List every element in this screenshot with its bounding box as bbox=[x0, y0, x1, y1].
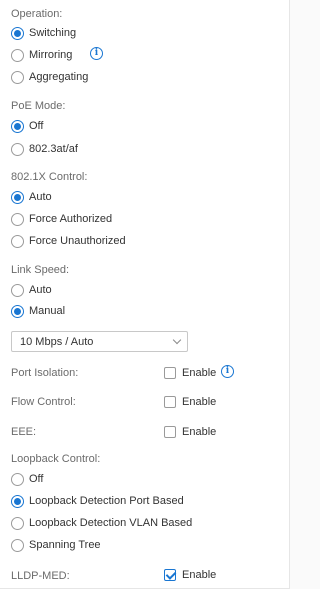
flow-control-checkbox[interactable]: Enable bbox=[164, 394, 216, 410]
radio-button[interactable] bbox=[11, 472, 24, 486]
link-speed-dropdown[interactable]: 10 Mbps / Auto bbox=[11, 331, 188, 352]
operation-option-mirroring[interactable]: Mirroring bbox=[11, 47, 72, 63]
option-label: Manual bbox=[29, 305, 66, 317]
link-speed-option-manual[interactable]: Manual bbox=[11, 303, 65, 319]
checkbox-label: Enable bbox=[182, 569, 217, 581]
radio-button[interactable] bbox=[11, 190, 24, 204]
option-label: Loopback Detection VLAN Based bbox=[29, 517, 193, 529]
radio-button[interactable] bbox=[11, 142, 24, 156]
link-speed-option-auto[interactable]: Auto bbox=[11, 282, 52, 298]
checkbox[interactable] bbox=[164, 426, 176, 438]
poe-mode-label: PoE Mode: bbox=[11, 100, 66, 112]
option-label: Auto bbox=[29, 284, 52, 296]
radio-button[interactable] bbox=[11, 26, 24, 40]
port-isolation-info-icon[interactable]: i bbox=[221, 365, 234, 378]
loopback-option-off[interactable]: Off bbox=[11, 471, 43, 487]
option-label: Auto bbox=[29, 191, 52, 203]
checkbox-label: Enable bbox=[182, 426, 217, 438]
option-label: Aggregating bbox=[29, 71, 89, 83]
eee-label: EEE: bbox=[11, 426, 37, 438]
checkbox[interactable] bbox=[164, 569, 176, 581]
mirroring-info-icon[interactable]: i bbox=[90, 47, 103, 60]
port-settings-panel: Operation: Switching Mirroring i Aggrega… bbox=[0, 0, 290, 589]
dot1x-control-label: 802.1X Control: bbox=[11, 171, 88, 183]
radio-button[interactable] bbox=[11, 283, 24, 297]
checkbox-label: Enable bbox=[182, 367, 217, 379]
radio-button[interactable] bbox=[11, 212, 24, 226]
radio-button[interactable] bbox=[11, 516, 24, 530]
operation-label: Operation: bbox=[11, 8, 63, 20]
port-isolation-checkbox[interactable]: Enable bbox=[164, 365, 216, 381]
option-label: Spanning Tree bbox=[29, 539, 101, 551]
dot1x-option-auto[interactable]: Auto bbox=[11, 189, 52, 205]
dropdown-value: 10 Mbps / Auto bbox=[20, 335, 94, 348]
radio-button[interactable] bbox=[11, 304, 24, 318]
option-label: Force Unauthorized bbox=[29, 235, 126, 247]
checkbox-label: Enable bbox=[182, 396, 217, 408]
checkbox[interactable] bbox=[164, 396, 176, 408]
option-label: Off bbox=[29, 120, 44, 132]
operation-option-switching[interactable]: Switching bbox=[11, 25, 76, 41]
loopback-option-spanning-tree[interactable]: Spanning Tree bbox=[11, 537, 101, 553]
radio-button[interactable] bbox=[11, 70, 24, 84]
option-label: Mirroring bbox=[29, 49, 73, 61]
option-label: Force Authorized bbox=[29, 213, 113, 225]
option-label: Switching bbox=[29, 27, 77, 39]
chevron-down-icon bbox=[172, 335, 182, 345]
dot1x-option-force-authorized[interactable]: Force Authorized bbox=[11, 211, 112, 227]
radio-button[interactable] bbox=[11, 119, 24, 133]
radio-button[interactable] bbox=[11, 494, 24, 508]
eee-checkbox[interactable]: Enable bbox=[164, 424, 216, 440]
port-isolation-label: Port Isolation: bbox=[11, 367, 79, 379]
option-label: 802.3at/af bbox=[29, 143, 78, 155]
poe-option-8023at[interactable]: 802.3at/af bbox=[11, 141, 78, 157]
dot1x-option-force-unauthorized[interactable]: Force Unauthorized bbox=[11, 233, 126, 249]
loopback-control-label: Loopback Control: bbox=[11, 453, 101, 465]
lldp-med-label: LLDP-MED: bbox=[11, 570, 70, 582]
operation-option-aggregating[interactable]: Aggregating bbox=[11, 69, 88, 85]
link-speed-label: Link Speed: bbox=[11, 264, 70, 276]
flow-control-label: Flow Control: bbox=[11, 396, 76, 408]
lldp-med-checkbox[interactable]: Enable bbox=[164, 567, 216, 583]
loopback-option-port-based[interactable]: Loopback Detection Port Based bbox=[11, 493, 184, 509]
option-label: Loopback Detection Port Based bbox=[29, 495, 184, 507]
loopback-option-vlan-based[interactable]: Loopback Detection VLAN Based bbox=[11, 515, 192, 531]
radio-button[interactable] bbox=[11, 48, 24, 62]
checkbox[interactable] bbox=[164, 367, 176, 379]
radio-button[interactable] bbox=[11, 538, 24, 552]
option-label: Off bbox=[29, 473, 44, 485]
radio-button[interactable] bbox=[11, 234, 24, 248]
poe-option-off[interactable]: Off bbox=[11, 118, 43, 134]
